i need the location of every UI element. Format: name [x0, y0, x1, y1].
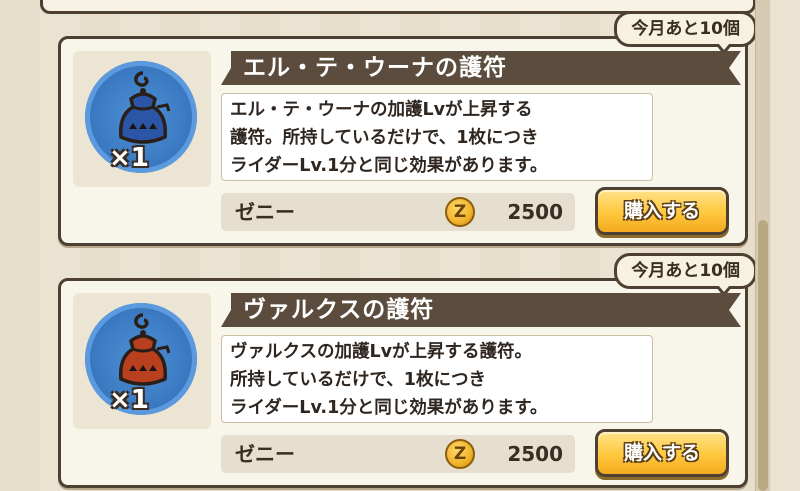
item-title: エル・テ・ウーナの護符 [243, 55, 507, 81]
price-value: 2500 [507, 200, 563, 224]
badge-tail-inner [718, 285, 730, 292]
stock-remaining-text: 今月あと10個 [631, 261, 740, 281]
shop-item-card: 今月あと10個 ×1 エル・テ・ウーナの護符 エル・テ・ウーナの加護Lvが上昇す… [58, 11, 757, 246]
item-description: ヴァルクスの加護Lvが上昇する護符。 所持しているだけで、1枚につき ライダーL… [221, 335, 653, 423]
item-icon-frame: ×1 [73, 51, 211, 187]
item-quantity: ×1 [109, 385, 149, 415]
description-line: ライダーLv.1分と同じ効果があります。 [230, 156, 548, 176]
stock-remaining-badge: 今月あと10個 [614, 253, 757, 297]
badge-tail-inner [718, 43, 730, 50]
description-line: 護符。所持しているだけで、1枚につき [230, 128, 539, 148]
item-quantity: ×1 [109, 143, 149, 173]
price-bar: ゼニー Z 2500 [221, 193, 575, 231]
item-title: ヴァルクスの護符 [243, 297, 435, 323]
description-line: ヴァルクスの加護Lvが上昇する護符。 [230, 342, 533, 362]
currency-label: ゼニー [235, 442, 295, 466]
zeny-coin-icon: Z [445, 197, 475, 227]
shop-item-card: 今月あと10個 ×1 ヴァルクスの護符 ヴァルクスの加護Lvが上昇する護符。 所… [58, 253, 757, 488]
item-description: エル・テ・ウーナの加護Lvが上昇する 護符。所持しているだけで、1枚につき ライ… [221, 93, 653, 181]
stock-remaining-badge: 今月あと10個 [614, 11, 757, 55]
description-line: エル・テ・ウーナの加護Lvが上昇する [230, 100, 533, 120]
buy-button[interactable]: 購入する [595, 187, 729, 235]
description-line: ライダーLv.1分と同じ効果があります。 [230, 398, 548, 418]
price-bar: ゼニー Z 2500 [221, 435, 575, 473]
description-line: 所持しているだけで、1枚につき [230, 370, 486, 390]
buy-button[interactable]: 購入する [595, 429, 729, 477]
stock-remaining-text: 今月あと10個 [631, 19, 740, 39]
scrollbar-thumb[interactable] [758, 220, 768, 491]
zeny-coin-icon: Z [445, 439, 475, 469]
currency-label: ゼニー [235, 200, 295, 224]
scrollbar[interactable] [755, 0, 770, 491]
item-icon-frame: ×1 [73, 293, 211, 429]
price-value: 2500 [507, 442, 563, 466]
